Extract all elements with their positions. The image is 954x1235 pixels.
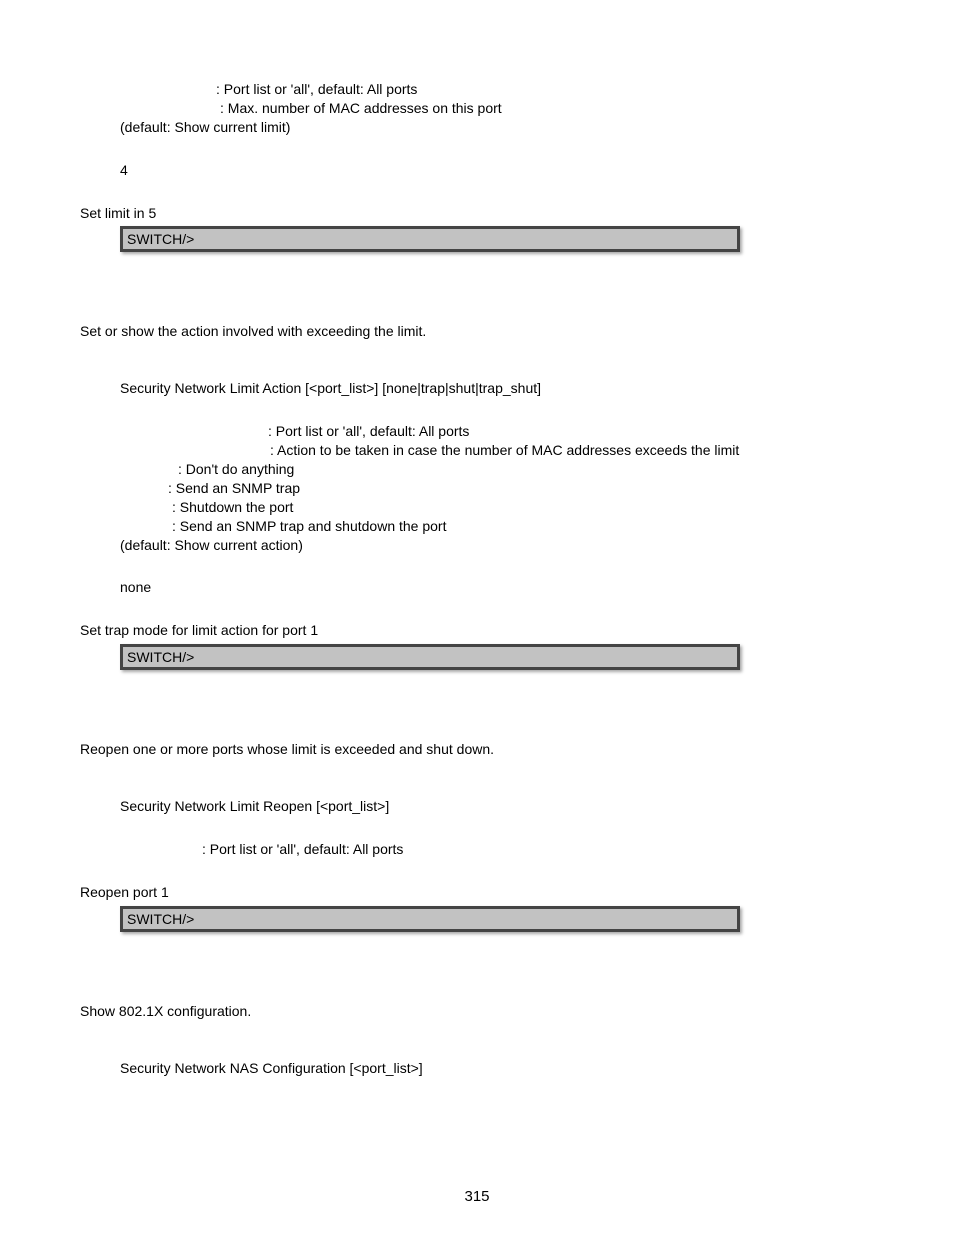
limit-cli: SWITCH/> — [127, 231, 194, 247]
action-default-line: (default: Show current action) — [120, 536, 874, 555]
reopen-cli: SWITCH/> — [127, 911, 194, 927]
page: : Port list or 'all', default: All ports… — [0, 0, 954, 1235]
action-param-action: : Action to be taken in case the number … — [120, 441, 874, 460]
limit-cli-box: SWITCH/> — [120, 226, 740, 252]
reopen-cli-box: SWITCH/> — [120, 906, 740, 932]
reopen-syntax: Security Network Limit Reopen [<port_lis… — [120, 797, 874, 816]
reopen-desc: Reopen one or more ports whose limit is … — [80, 740, 874, 759]
reopen-params: : Port list or 'all', default: All ports — [120, 840, 874, 859]
action-opt-trap: : Send an SNMP trap — [120, 479, 874, 498]
nas-syntax: Security Network NAS Configuration [<por… — [120, 1059, 874, 1078]
action-cli: SWITCH/> — [127, 649, 194, 665]
action-opt-shut: : Shutdown the port — [120, 498, 874, 517]
limit-params: : Port list or 'all', default: All ports… — [120, 80, 874, 137]
reopen-example-label: Reopen port 1 — [80, 883, 874, 902]
limit-param-max: : Max. number of MAC addresses on this p… — [120, 99, 874, 118]
action-example-label: Set trap mode for limit action for port … — [80, 621, 874, 640]
limit-default-line: (default: Show current limit) — [120, 118, 874, 137]
action-param-portlist: : Port list or 'all', default: All ports — [120, 422, 874, 441]
reopen-param-portlist: : Port list or 'all', default: All ports — [120, 840, 874, 859]
action-syntax: Security Network Limit Action [<port_lis… — [120, 379, 874, 398]
nas-desc: Show 802.1X configuration. — [80, 1002, 874, 1021]
limit-param-portlist: : Port list or 'all', default: All ports — [120, 80, 874, 99]
action-cli-box: SWITCH/> — [120, 644, 740, 670]
action-opt-trap-shut: : Send an SNMP trap and shutdown the por… — [120, 517, 874, 536]
action-desc: Set or show the action involved with exc… — [80, 322, 874, 341]
page-number: 315 — [0, 1188, 954, 1205]
limit-default-value: 4 — [120, 161, 874, 180]
action-opt-none: : Don't do anything — [120, 460, 874, 479]
limit-example-label: Set limit in 5 — [80, 204, 874, 223]
action-default-value: none — [120, 578, 874, 597]
action-params: : Port list or 'all', default: All ports… — [120, 422, 874, 554]
